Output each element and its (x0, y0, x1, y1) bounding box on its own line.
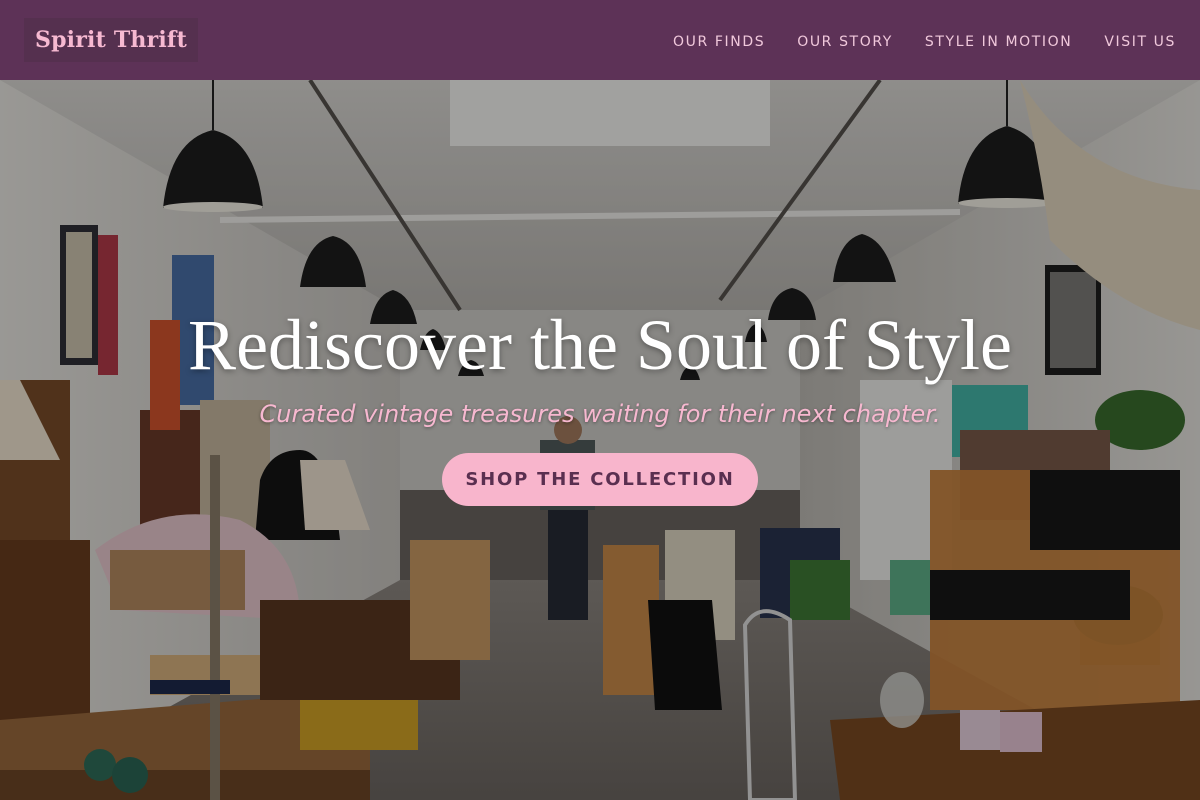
nav-link-style-in-motion[interactable]: STYLE IN MOTION (925, 34, 1072, 50)
nav-links: OUR FINDS OUR STORY STYLE IN MOTION VISI… (673, 0, 1176, 80)
nav-link-our-story[interactable]: OUR STORY (797, 34, 893, 50)
nav-link-visit-us[interactable]: VISIT US (1104, 34, 1176, 50)
nav-link-our-finds[interactable]: OUR FINDS (673, 34, 765, 50)
hero-section: Rediscover the Soul of Style Curated vin… (0, 80, 1200, 800)
brand-logo[interactable]: Spirit Thrift (24, 18, 198, 62)
nav-item-visit-us: VISIT US (1104, 31, 1176, 50)
nav-item-style-in-motion: STYLE IN MOTION (925, 31, 1072, 50)
navbar: Spirit Thrift OUR FINDS OUR STORY STYLE … (0, 0, 1200, 80)
nav-item-our-story: OUR STORY (797, 31, 893, 50)
hero-subtitle: Curated vintage treasures waiting for th… (259, 400, 941, 428)
shop-collection-button[interactable]: SHOP THE COLLECTION (442, 453, 758, 506)
hero-title: Rediscover the Soul of Style (188, 305, 1012, 385)
nav-item-our-finds: OUR FINDS (673, 31, 765, 50)
hero-content: Rediscover the Soul of Style Curated vin… (0, 80, 1200, 800)
